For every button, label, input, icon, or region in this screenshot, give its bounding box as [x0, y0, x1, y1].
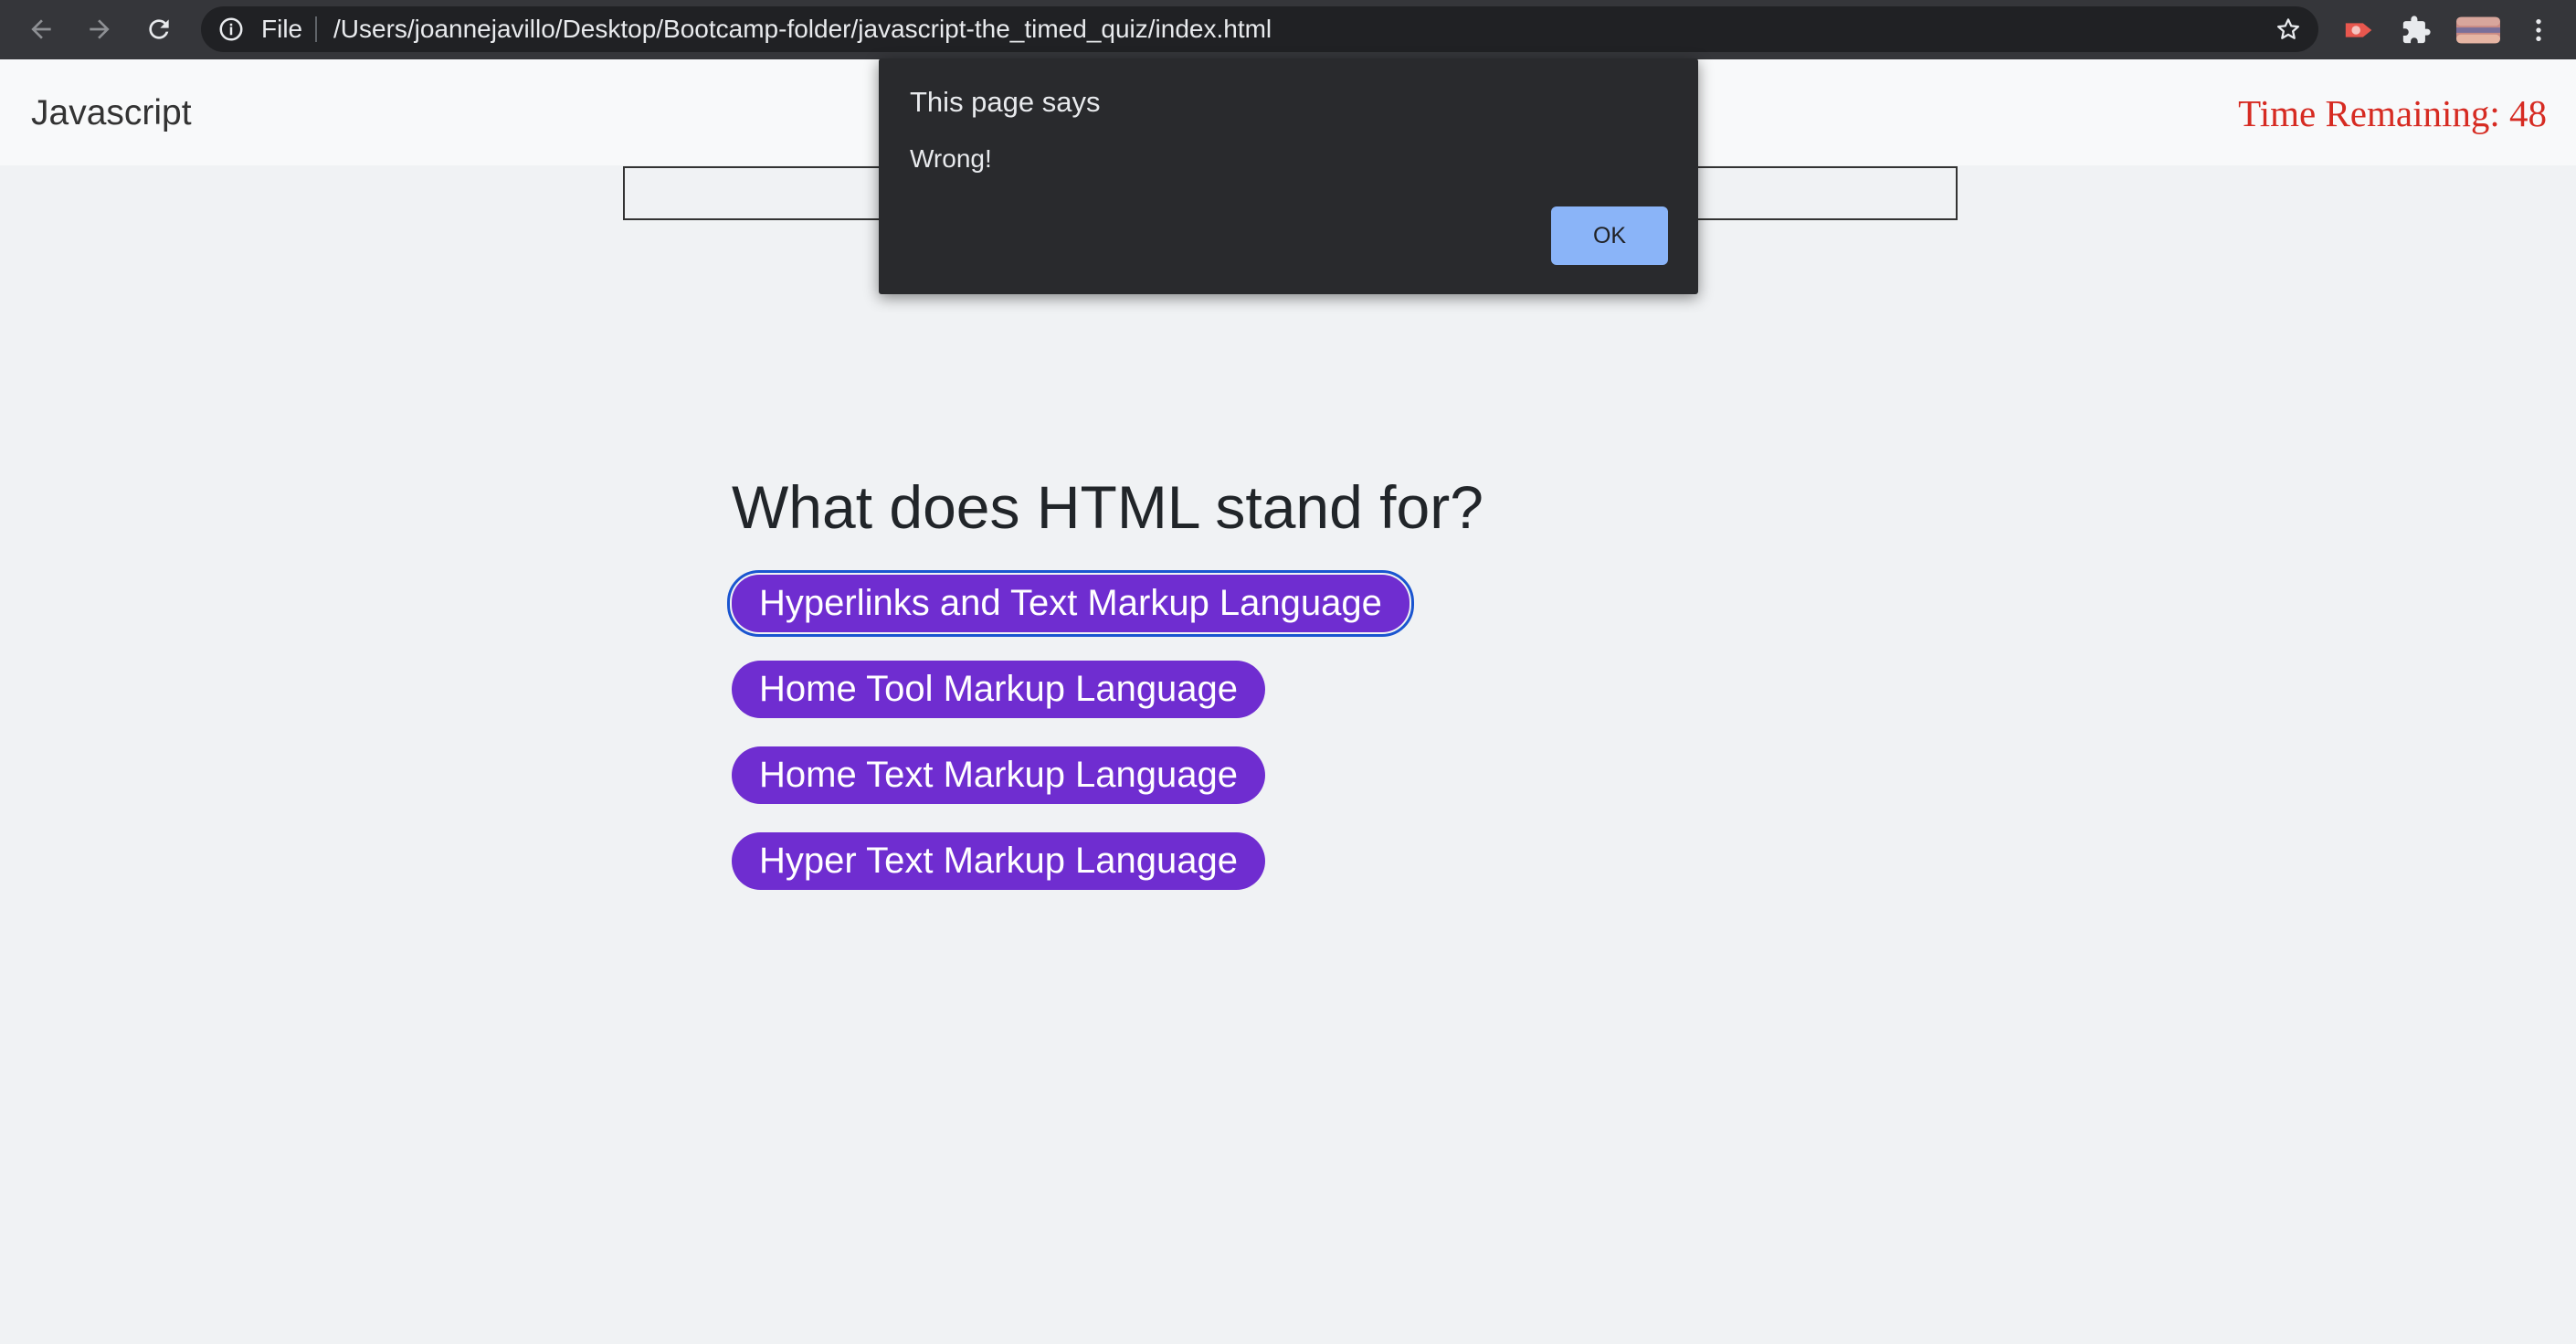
puzzle-extensions-icon[interactable] — [2397, 11, 2435, 49]
answer-button-3[interactable]: Home Text Markup Language — [732, 746, 1266, 804]
omnibox-divider — [315, 16, 317, 42]
bookmark-star-icon[interactable] — [2275, 16, 2302, 43]
info-icon[interactable] — [217, 16, 245, 43]
url-text[interactable]: /Users/joannejavillo/Desktop/Bootcamp-fo… — [333, 6, 1272, 52]
forward-button[interactable] — [77, 8, 122, 50]
navbar-brand[interactable]: Javascript — [31, 59, 192, 165]
reload-icon — [149, 19, 169, 39]
back-button[interactable] — [18, 8, 64, 50]
browser-toolbar: File /Users/joannejavillo/Desktop/Bootca… — [0, 0, 2576, 59]
menu-kebab-icon[interactable] — [2519, 11, 2558, 49]
arrow-right-icon — [90, 19, 110, 39]
dialog-title: This page says — [910, 86, 1101, 118]
answer-list: Hyperlinks and Text Markup Language Home… — [727, 570, 1414, 918]
time-remaining: Time Remaining: 48 — [2238, 92, 2547, 134]
answer-button-2[interactable]: Home Tool Markup Language — [732, 661, 1266, 718]
dialog-message: Wrong! — [910, 144, 992, 173]
answer-button-4[interactable]: Hyper Text Markup Language — [732, 832, 1266, 890]
reload-button[interactable] — [136, 8, 182, 50]
question-title: What does HTML stand for? — [732, 473, 1483, 541]
ok-button[interactable]: OK — [1551, 206, 1668, 265]
profile-avatar-icon[interactable] — [2455, 11, 2501, 49]
scheme-label: File — [261, 15, 303, 43]
answer-button-1[interactable]: Hyperlinks and Text Markup Language — [727, 570, 1414, 637]
alert-dialog: This page says Wrong! OK — [879, 58, 1698, 294]
address-bar[interactable]: File /Users/joannejavillo/Desktop/Bootca… — [201, 6, 2318, 52]
arrow-left-icon — [31, 19, 51, 39]
record-extension-icon[interactable] — [2340, 11, 2379, 49]
